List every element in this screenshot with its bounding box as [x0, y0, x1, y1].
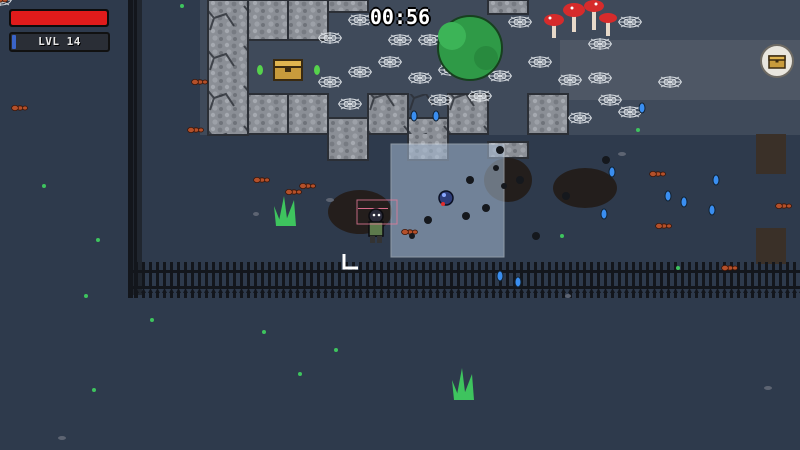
health-bar-fill: [11, 11, 107, 25]
bush: [437, 15, 503, 81]
survival-timer: 00:56: [369, 5, 431, 29]
dirt-patch-right-2: [756, 228, 786, 264]
health-bar: [9, 9, 109, 27]
treasure-chest-icon: [768, 55, 786, 69]
orb-enemy[interactable]: [438, 190, 454, 206]
game-world[interactable]: [0, 0, 800, 450]
level-xp-bar: LVL 14: [9, 32, 110, 52]
game-viewport[interactable]: LVL 14 00:56: [0, 0, 800, 450]
level-label: LVL 14: [38, 35, 81, 48]
dirt-patch-right-1: [756, 134, 786, 174]
chest-indicator-button[interactable]: [760, 44, 794, 78]
